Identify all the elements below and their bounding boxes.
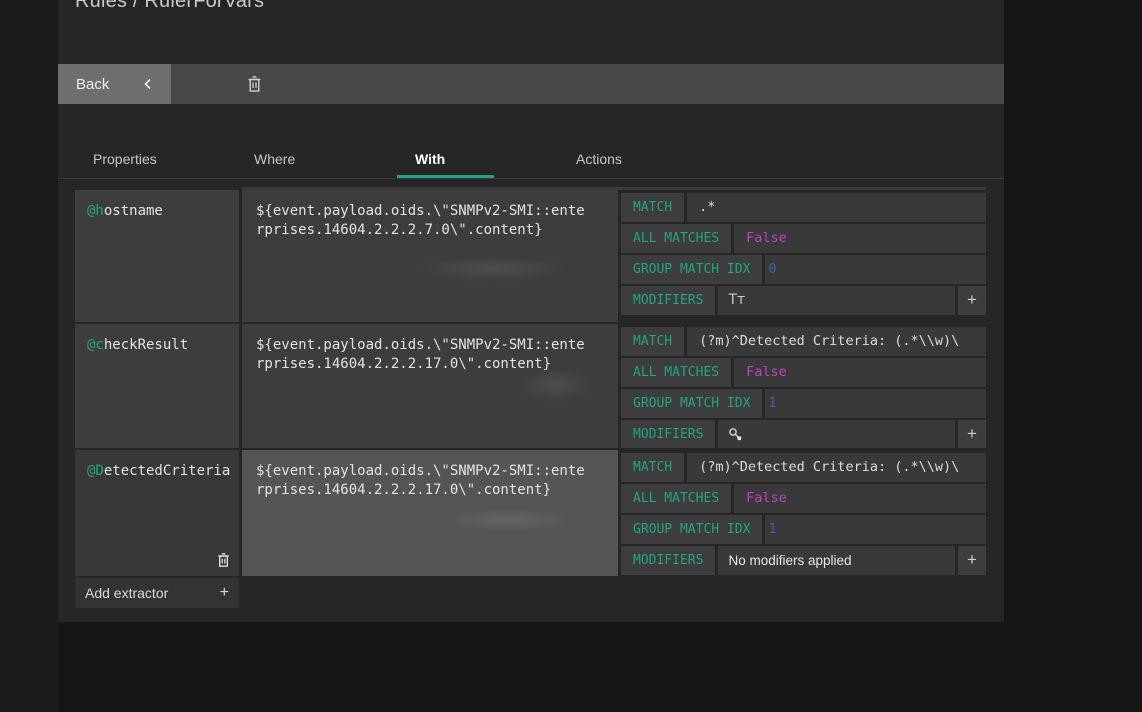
extractor-settings: MATCH (?m)^Detected Criteria: (.*\\w)\ A… [621, 450, 986, 576]
extractor-name-text: @DetectedCriteria [87, 463, 229, 479]
extractor-row-hostname: @hostname ${event.payload.oids.\"SNMPv2-… [75, 190, 986, 322]
plus-icon: + [220, 584, 229, 602]
back-button[interactable]: Back [58, 64, 171, 104]
tab-properties[interactable]: Properties [75, 140, 236, 178]
extractor-row-checkresult: @checkResult ${event.payload.oids.\"SNMP… [75, 324, 986, 448]
group-match-idx-label: GROUP MATCH IDX [621, 515, 762, 544]
left-gutter [0, 0, 58, 712]
group-match-idx-value-field[interactable]: 1 [765, 389, 986, 418]
tab-actions-label: Actions [576, 151, 622, 167]
trash-icon [246, 75, 263, 93]
add-extractor-label: Add extractor [85, 585, 168, 601]
match-label: MATCH [621, 327, 684, 356]
rule-editor-panel: Rules / RulerForVars Back Properties Whe… [58, 0, 1004, 622]
group-match-idx-value-field[interactable]: 0 [765, 255, 986, 284]
tab-where[interactable]: Where [236, 140, 397, 178]
key-icon [728, 427, 743, 442]
add-modifier-button[interactable]: + [958, 286, 986, 315]
tab-with[interactable]: With [397, 140, 558, 178]
chevron-left-icon [141, 77, 155, 91]
modifiers-label: MODIFIERS [621, 546, 715, 575]
extractor-row-detectedcriteria: @DetectedCriteria ${event.payload.oids.\… [75, 450, 986, 576]
trash-icon [216, 552, 231, 568]
add-extractor-button[interactable]: Add extractor + [75, 578, 239, 608]
tab-with-label: With [415, 151, 445, 167]
all-matches-value-field[interactable]: False [734, 224, 986, 253]
extractor-value-field[interactable]: ${event.payload.oids.\"SNMPv2-SMI::enter… [242, 450, 618, 576]
delete-rule-button[interactable] [240, 70, 268, 98]
tab-actions[interactable]: Actions [558, 140, 719, 178]
toolbar: Back [58, 64, 1004, 104]
match-value-field[interactable]: (?m)^Detected Criteria: (.*\\w)\ [687, 453, 986, 482]
all-matches-label: ALL MATCHES [621, 224, 731, 253]
match-label: MATCH [621, 193, 684, 222]
modifiers-field[interactable]: Tᴛ [718, 286, 955, 315]
group-match-idx-value-field[interactable]: 1 [765, 515, 986, 544]
match-label: MATCH [621, 453, 684, 482]
back-button-label: Back [76, 76, 109, 93]
all-matches-label: ALL MATCHES [621, 484, 731, 513]
modifiers-field[interactable] [718, 420, 955, 448]
all-matches-value-field[interactable]: False [734, 484, 986, 513]
delete-extractor-button[interactable] [216, 552, 231, 568]
extractor-grid: @hostname ${event.payload.oids.\"SNMPv2-… [75, 190, 986, 608]
modifiers-label: MODIFIERS [621, 286, 715, 315]
extractor-value-field[interactable]: ${event.payload.oids.\"SNMPv2-SMI::enter… [242, 324, 618, 448]
tab-bar: Properties Where With Actions [58, 140, 1004, 179]
modifiers-field[interactable]: No modifiers applied [718, 546, 955, 575]
modifiers-label: MODIFIERS [621, 420, 715, 448]
tab-properties-label: Properties [93, 151, 157, 167]
group-match-idx-label: GROUP MATCH IDX [621, 255, 762, 284]
no-modifiers-text: No modifiers applied [728, 546, 851, 575]
group-match-idx-label: GROUP MATCH IDX [621, 389, 762, 418]
extractor-name-field[interactable]: @checkResult [75, 324, 239, 448]
text-case-icon: Tᴛ [728, 286, 745, 315]
add-modifier-button[interactable]: + [958, 546, 986, 575]
extractor-name-field[interactable]: @DetectedCriteria [75, 450, 239, 576]
extractor-value-field[interactable]: ${event.payload.oids.\"SNMPv2-SMI::enter… [242, 190, 618, 322]
all-matches-value-field[interactable]: False [734, 358, 986, 387]
match-value-field[interactable]: (?m)^Detected Criteria: (.*\\w)\ [687, 327, 986, 356]
match-value-field[interactable]: .* [687, 193, 986, 222]
add-modifier-button[interactable]: + [958, 420, 986, 448]
extractor-settings: MATCH .* ALL MATCHES False GROUP MATCH I… [621, 190, 986, 322]
all-matches-label: ALL MATCHES [621, 358, 731, 387]
extractor-name-field[interactable]: @hostname [75, 190, 239, 322]
extractor-settings: MATCH (?m)^Detected Criteria: (.*\\w)\ A… [621, 324, 986, 448]
tab-where-label: Where [254, 151, 295, 167]
page-title: Rules / RulerForVars [75, 0, 264, 13]
